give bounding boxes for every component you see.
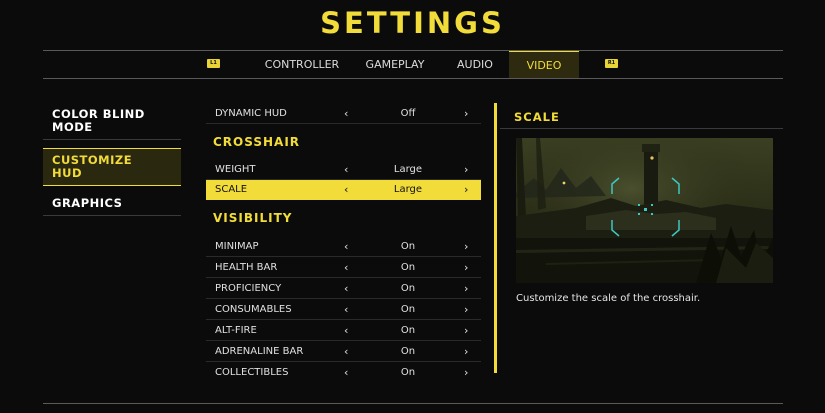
arrow-left-icon[interactable]: ‹ [344, 183, 348, 196]
divider [43, 78, 783, 79]
arrow-left-icon[interactable]: ‹ [344, 240, 348, 253]
menu-item-graphics[interactable]: GRAPHICS [43, 192, 181, 216]
setting-label: PROFICIENCY [215, 283, 282, 294]
arrow-left-icon[interactable]: ‹ [344, 163, 348, 176]
arrow-right-icon[interactable]: › [464, 345, 468, 358]
l1-button-hint[interactable]: L1 [207, 59, 220, 68]
arrow-right-icon[interactable]: › [464, 366, 468, 379]
setting-row-dynamic-hud[interactable]: DYNAMIC HUD ‹ Off › [206, 104, 481, 124]
setting-value: Large [393, 164, 423, 175]
preview-description: Customize the scale of the crosshair. [516, 293, 701, 304]
category-menu: COLOR BLIND MODE CUSTOMIZE HUD GRAPHICS [43, 103, 181, 216]
arrow-left-icon[interactable]: ‹ [344, 345, 348, 358]
arrow-left-icon[interactable]: ‹ [344, 261, 348, 274]
arrow-right-icon[interactable]: › [464, 303, 468, 316]
page-title: SETTINGS [320, 6, 505, 40]
setting-value: On [400, 283, 416, 294]
setting-row-consumables[interactable]: CONSUMABLES ‹ On › [206, 300, 481, 320]
arrow-right-icon[interactable]: › [464, 183, 468, 196]
setting-label: DYNAMIC HUD [215, 108, 287, 119]
setting-value: On [400, 367, 416, 378]
setting-row-weight[interactable]: WEIGHT ‹ Large › [206, 160, 481, 180]
scroll-indicator[interactable] [494, 103, 497, 373]
divider [500, 128, 783, 129]
arrow-left-icon[interactable]: ‹ [344, 303, 348, 316]
setting-row-adrenaline-bar[interactable]: ADRENALINE BAR ‹ On › [206, 342, 481, 362]
divider [43, 403, 783, 404]
tab-bar: L1 CONTROLLER GAMEPLAY AUDIO VIDEO R1 [0, 51, 825, 78]
setting-value: On [400, 241, 416, 252]
setting-label: ALT-FIRE [215, 325, 257, 336]
tab-audio[interactable]: AUDIO [446, 51, 504, 78]
section-header-visibility: VISIBILITY [213, 211, 293, 225]
setting-label: COLLECTIBLES [215, 367, 289, 378]
setting-row-alt-fire[interactable]: ALT-FIRE ‹ On › [206, 321, 481, 341]
arrow-right-icon[interactable]: › [464, 261, 468, 274]
arrow-left-icon[interactable]: ‹ [344, 366, 348, 379]
setting-value: On [400, 262, 416, 273]
setting-label: CONSUMABLES [215, 304, 292, 315]
menu-item-customize-hud[interactable]: CUSTOMIZE HUD [43, 148, 181, 186]
arrow-right-icon[interactable]: › [464, 163, 468, 176]
setting-row-proficiency[interactable]: PROFICIENCY ‹ On › [206, 279, 481, 299]
r1-button-hint[interactable]: R1 [605, 59, 618, 68]
setting-label: WEIGHT [215, 164, 256, 175]
preview-scene [516, 138, 773, 283]
tab-video[interactable]: VIDEO [509, 51, 579, 78]
menu-item-color-blind-mode[interactable]: COLOR BLIND MODE [43, 103, 181, 140]
setting-label: SCALE [215, 184, 248, 195]
arrow-left-icon[interactable]: ‹ [344, 324, 348, 337]
setting-value: On [400, 346, 416, 357]
preview-title: SCALE [514, 110, 560, 124]
setting-row-minimap[interactable]: MINIMAP ‹ On › [206, 237, 481, 257]
setting-value: Off [400, 108, 416, 119]
setting-row-scale[interactable]: SCALE ‹ Large › [206, 180, 481, 200]
arrow-right-icon[interactable]: › [464, 282, 468, 295]
setting-value: On [400, 304, 416, 315]
arrow-right-icon[interactable]: › [464, 107, 468, 120]
arrow-right-icon[interactable]: › [464, 324, 468, 337]
section-header-crosshair: CROSSHAIR [213, 135, 301, 149]
setting-label: ADRENALINE BAR [215, 346, 304, 357]
setting-value: On [400, 325, 416, 336]
arrow-left-icon[interactable]: ‹ [344, 107, 348, 120]
tab-controller[interactable]: CONTROLLER [260, 51, 344, 78]
setting-label: HEALTH BAR [215, 262, 278, 273]
arrow-right-icon[interactable]: › [464, 240, 468, 253]
tab-gameplay[interactable]: GAMEPLAY [356, 51, 434, 78]
arrow-left-icon[interactable]: ‹ [344, 282, 348, 295]
crosshair-preview-image [516, 138, 773, 283]
setting-row-health-bar[interactable]: HEALTH BAR ‹ On › [206, 258, 481, 278]
setting-value: Large [393, 184, 423, 195]
setting-row-collectibles[interactable]: COLLECTIBLES ‹ On › [206, 363, 481, 383]
setting-label: MINIMAP [215, 241, 259, 252]
